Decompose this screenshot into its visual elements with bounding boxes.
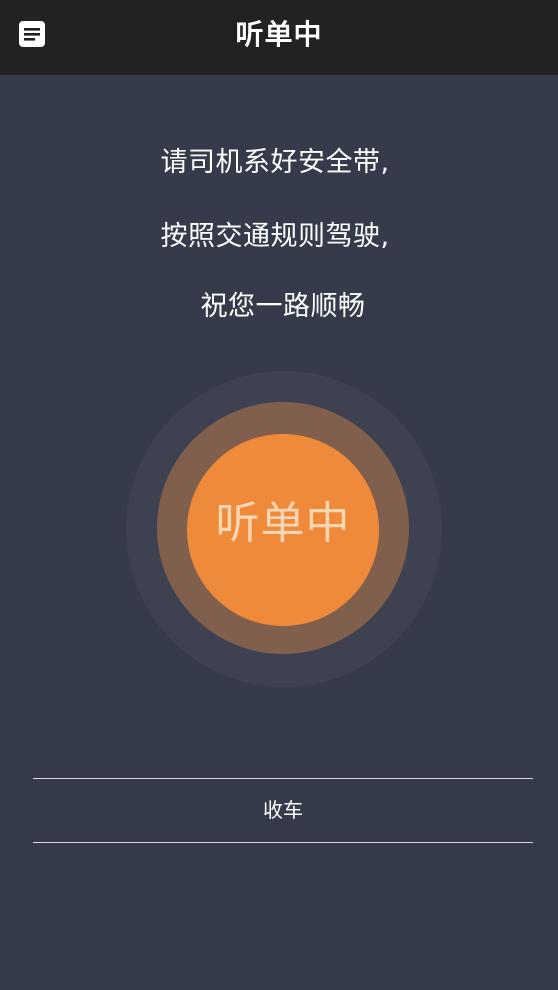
listening-status-label: 听单中 [215,498,351,549]
safety-message-line-1: 请司机系好安全带, [160,147,390,178]
app-screen: 听单中 请司机系好安全带, 按照交通规则驾驶, 祝您一路顺畅 听单中 收车 [0,0,558,990]
top-bar: 听单中 [0,0,558,75]
stop-service-button[interactable]: 收车 [33,779,533,842]
list-document-icon [19,21,45,47]
divider-bottom [33,842,533,843]
safety-message-line-3: 祝您一路顺畅 [200,291,366,322]
menu-button[interactable] [18,20,46,48]
safety-message-line-2: 按照交通规则驾驶, [160,221,390,252]
page-title: 听单中 [235,18,323,51]
listening-status-button[interactable]: 听单中 [187,434,379,626]
